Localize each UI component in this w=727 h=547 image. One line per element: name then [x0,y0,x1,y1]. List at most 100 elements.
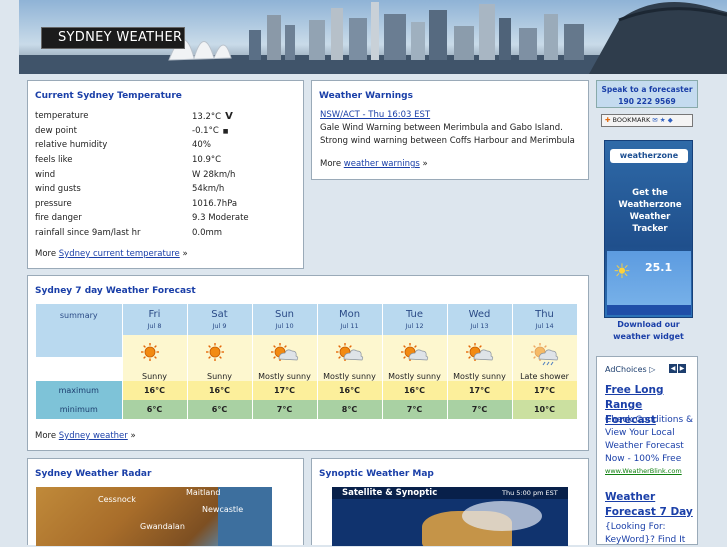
forecast-date: Jul 13 [470,322,489,330]
observation-label: rainfall since 9am/last hr [35,228,141,239]
forecast-table: Fri Jul 8 Sat Jul 9 Sun Jul 10 Mon Jul 11 Tue Jul… [36,304,578,419]
forecast-heading: Sydney 7 day Weather Forecast [35,286,196,296]
observation-row: feels like 10.9°C [35,153,249,168]
current-temperature-link[interactable]: Sydney current temperature [59,249,180,259]
sunny-icon [188,341,252,366]
speak-to-forecaster[interactable]: Speak to a forecaster 190 222 9569 [596,80,698,108]
mostly-sunny-icon [318,341,382,366]
widget-screenshot: ☀ 25.1 [607,251,691,315]
forecast-min: 10°C [512,400,578,419]
observation-value: 1016.7hPa [192,197,249,212]
observation-value: 0.0mm [192,226,249,241]
observation-value: -0.1°C ■ [192,124,249,139]
adchoices-panel: AdChoices ▷ ◀ ▶ Free Long Range Forecast… [596,356,698,545]
observation-row: pressure 1016.7hPa [35,197,249,212]
widget-temperature: 25.1 [645,261,673,274]
download-widget-link[interactable]: Download our weather widget [604,319,693,343]
observation-row: relative humidity 40% [35,138,249,153]
mostly-sunny-icon [448,341,512,366]
maximum-label: maximum [36,381,123,400]
mostly-sunny-icon [253,341,317,366]
forecast-max: 16°C [382,381,448,400]
observation-value-text: 40% [192,140,211,151]
radar-map[interactable]: Cessnock Maitland Newcastle Gwandalan [36,487,272,546]
forecast-day: Fri [148,309,161,320]
speak-line-1: Speak to a forecaster [601,85,693,94]
ad-next-icon[interactable]: ▶ [678,364,686,373]
observation-value-text: 9.3 Moderate [192,213,249,224]
observation-label: feels like [35,155,73,166]
forecast-day-header: Wed Jul 13 [447,304,513,335]
forecast-day: Sat [211,309,228,320]
radar-place-label: Maitland [186,488,221,497]
forecast-summary-cell: Mostly sunny [252,335,318,381]
more-prefix: More [35,431,57,441]
observation-value: W 28km/h [192,167,249,182]
forecast-day-header: Mon Jul 11 [317,304,383,335]
observation-value-text: 54km/h [192,184,225,195]
forecast-summary-cell: Sunny [187,335,253,381]
ad-url-1[interactable]: www.WeatherBlink.com [605,467,682,475]
more-suffix: » [182,249,188,259]
observation-label: temperature [35,111,89,122]
trend-steady-icon: ■ [222,127,229,135]
mostly-sunny-icon [383,341,447,366]
summary-label: summary [36,311,123,357]
adchoices-text: AdChoices [605,365,647,374]
observation-value: 54km/h [192,182,249,197]
ad-body-2: {Looking For: KeyWord}? Find It [605,522,686,545]
radar-panel: Sydney Weather Radar Cessnock Maitland N… [27,458,304,546]
warning-item-text: Gale Wind Warning between Merimbula and … [320,123,575,146]
ad-prev-icon[interactable]: ◀ [669,364,677,373]
weather-warnings-link[interactable]: weather warnings [344,159,420,169]
current-temperature-heading: Current Sydney Temperature [35,91,182,101]
observations-table: temperature 13.2°C Vdew point -0.1°C ■ relati… [35,109,249,240]
warning-item-link[interactable]: NSW/ACT - Thu 16:03 EST [320,110,430,120]
trend-down-icon: V [225,110,233,122]
sydney-weather-link[interactable]: Sydney weather [59,431,128,441]
observation-row: rainfall since 9am/last hr 0.0mm [35,226,249,241]
adchoices-icon: ▷ [649,365,656,374]
observation-value: 40% [192,138,249,153]
sun-cloud-icon: ☀ [613,259,631,283]
synoptic-map[interactable]: Satellite & Synoptic Thu 5:00 pm EST [332,487,568,546]
forecast-date: Jul 11 [340,322,359,330]
forecast-date: Jul 14 [535,322,554,330]
forecast-summary: Mostly sunny [453,372,506,381]
forecast-max: 16°C [187,381,253,400]
adchoices-label[interactable]: AdChoices ▷ [605,365,655,374]
observation-value-text: 13.2°C [192,111,222,122]
radar-place-label: Gwandalan [140,522,185,531]
weatherzone-logo: weatherzone [610,149,688,163]
observation-value-text: -0.1°C [192,125,219,136]
observation-label: fire danger [35,213,82,224]
bookmark-button[interactable]: ✚ BOOKMARK ✉ ★ ◆ [601,114,693,127]
forecast-date: Jul 8 [147,322,162,330]
forecast-day-header: Tue Jul 12 [382,304,448,335]
forecast-day-header: Thu Jul 14 [512,304,578,335]
bookmark-label: BOOKMARK [612,116,651,124]
weather-widget-ad[interactable]: weatherzone Get the Weatherzone Weather … [604,140,693,318]
ad-link-weather-forecast[interactable]: Weather Forecast 7 Day [605,490,695,520]
warnings-heading: Weather Warnings [319,91,413,101]
more-prefix: More [320,159,342,169]
forecast-day: Sun [274,309,295,320]
synoptic-map-title: Satellite & Synoptic [342,488,438,498]
forecaster-phone: 190 222 9569 [618,97,676,106]
forecast-summary: Sunny [206,372,233,381]
observation-label: relative humidity [35,140,108,151]
forecast-min: 6°C [187,400,253,419]
forecast-max: 17°C [447,381,513,400]
observation-row: fire danger 9.3 Moderate [35,211,249,226]
observation-label: pressure [35,198,72,209]
radar-place-label: Newcastle [202,505,244,514]
observation-row: wind W 28km/h [35,167,249,182]
forecast-summary-cell: Mostly sunny [317,335,383,381]
widget-promo-text: Get the Weatherzone Weather Tracker [618,188,682,234]
radar-heading: Sydney Weather Radar [35,469,152,479]
more-suffix: » [130,431,136,441]
bookmark-icon: ✚ [605,116,611,124]
observation-value: 10.9°C [192,153,249,168]
forecast-date: Jul 10 [275,322,294,330]
observation-label: wind gusts [35,184,81,195]
